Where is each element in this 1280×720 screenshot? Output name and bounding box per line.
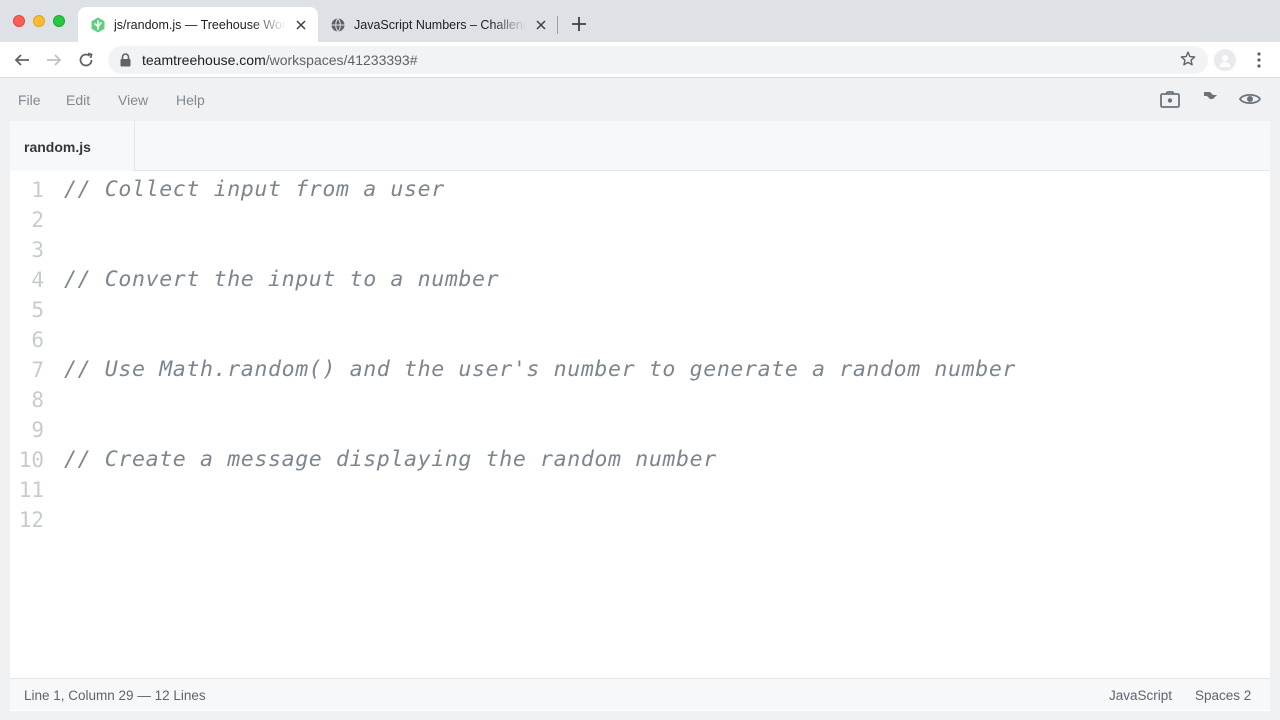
line-number: 2: [31, 208, 44, 232]
lock-icon: [120, 53, 131, 72]
tab-separator: [557, 16, 558, 34]
window-close-button[interactable]: [13, 15, 25, 27]
editor-status-bar: Line 1, Column 29 — 12 Lines JavaScript …: [10, 678, 1270, 710]
new-tab-button[interactable]: [568, 13, 590, 35]
indentation-selector[interactable]: Spaces 2: [1195, 688, 1251, 704]
arrow-right-icon: [47, 54, 62, 66]
back-button[interactable]: [10, 48, 34, 72]
menu-edit[interactable]: Edit: [66, 92, 90, 108]
bookmark-star-icon[interactable]: [1180, 51, 1196, 72]
line-number: 12: [18, 508, 44, 532]
line-number: 11: [18, 478, 44, 502]
menu-file[interactable]: File: [18, 92, 41, 108]
share-icon[interactable]: [1199, 89, 1221, 109]
url-text[interactable]: teamtreehouse.com/workspaces/41233393#: [142, 52, 418, 68]
person-icon: [1219, 55, 1231, 67]
tab-title: JavaScript Numbers – Challenge: [354, 18, 526, 32]
code-line[interactable]: 1 // Collect input from a user: [10, 175, 1270, 205]
code-editor: random.js 1// Collect input from a user …: [10, 121, 1270, 711]
window-maximize-button[interactable]: [53, 15, 65, 27]
camera-icon[interactable]: [1159, 89, 1181, 109]
workspace-menubar: File Edit View Help: [0, 78, 1280, 120]
forward-button[interactable]: [42, 48, 66, 72]
line-number: 6: [31, 328, 44, 352]
line-text: // Use Math.random() and the user's numb…: [64, 357, 1017, 382]
code-line[interactable]: 4 // Convert the input to a number: [10, 265, 1270, 295]
code-line[interactable]: 9: [10, 415, 1270, 445]
browser-menu-button[interactable]: [1249, 50, 1269, 70]
browser-tabstrip: js/random.js — Treehouse Workspaces Java…: [0, 0, 1280, 42]
line-number: 3: [31, 238, 44, 262]
kebab-menu-icon: [1257, 52, 1261, 68]
workspace: File Edit View Help random.js 1 // Collec…: [0, 78, 1280, 720]
profile-avatar[interactable]: [1214, 49, 1236, 71]
address-bar[interactable]: teamtreehouse.com/workspaces/41233393#: [108, 46, 1208, 74]
line-number: 7: [31, 358, 44, 382]
url-domain: teamtreehouse.com: [142, 52, 266, 68]
cursor-position-status: Line 1, Column 29 — 12 Lines: [24, 688, 206, 703]
tab-title: js/random.js — Treehouse Workspaces: [114, 18, 286, 32]
code-line[interactable]: 11: [10, 475, 1270, 505]
globe-icon: [330, 17, 346, 33]
menu-view[interactable]: View: [118, 92, 148, 108]
reload-button[interactable]: [74, 48, 98, 72]
reload-icon: [79, 52, 93, 67]
code-line[interactable]: 5: [10, 295, 1270, 325]
browser-tab-inactive[interactable]: JavaScript Numbers – Challenge: [318, 7, 558, 42]
code-line[interactable]: 6: [10, 325, 1270, 355]
url-path: /workspaces/41233393#: [265, 52, 418, 68]
editor-tab-bar: random.js: [10, 121, 1270, 171]
browser-tab-active[interactable]: js/random.js — Treehouse Workspaces: [78, 7, 318, 42]
treehouse-icon: [90, 17, 106, 33]
line-number: 9: [31, 418, 44, 442]
preview-eye-icon[interactable]: [1239, 89, 1261, 109]
line-number: 5: [31, 298, 44, 322]
code-line[interactable]: 2: [10, 205, 1270, 235]
browser-toolbar: teamtreehouse.com/workspaces/41233393#: [0, 42, 1280, 78]
code-line[interactable]: 7 // Use Math.random() and the user's num…: [10, 355, 1270, 385]
line-number: 10: [18, 448, 44, 472]
file-tab-random-js[interactable]: random.js: [10, 121, 135, 171]
close-tab-icon[interactable]: [292, 16, 310, 34]
file-tab-label: random.js: [24, 139, 91, 155]
code-line[interactable]: 3: [10, 235, 1270, 265]
line-number: 1: [31, 178, 44, 202]
code-line[interactable]: 8: [10, 385, 1270, 415]
line-number: 8: [31, 388, 44, 412]
line-text: // Collect input from a user: [64, 177, 445, 202]
menu-help[interactable]: Help: [176, 92, 205, 108]
plus-icon: [572, 17, 586, 31]
close-tab-icon[interactable]: [532, 16, 550, 34]
code-line[interactable]: 10 // Create a message displaying the ran…: [10, 445, 1270, 475]
code-line[interactable]: 12: [10, 505, 1270, 535]
window-minimize-button[interactable]: [33, 15, 45, 27]
arrow-left-icon: [14, 54, 29, 66]
line-number: 4: [31, 268, 44, 292]
line-text: // Convert the input to a number: [64, 267, 500, 292]
line-text: // Create a message displaying the rando…: [64, 447, 717, 472]
language-mode-selector[interactable]: JavaScript: [1109, 688, 1172, 704]
